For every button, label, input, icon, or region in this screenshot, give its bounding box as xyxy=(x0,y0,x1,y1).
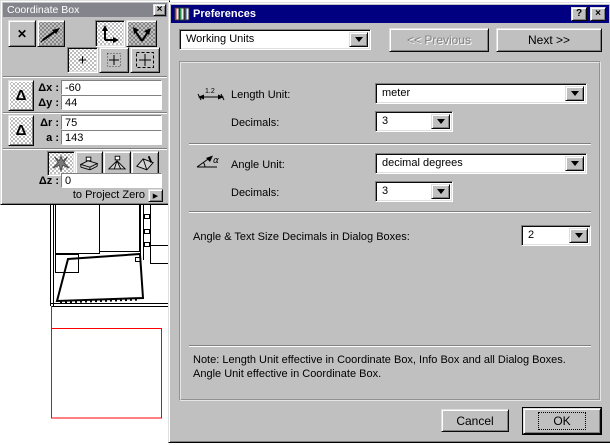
length-decimals-select[interactable]: 3 xyxy=(375,111,453,132)
length-unit-value: meter xyxy=(382,87,411,99)
dialog-decimals-value: 2 xyxy=(528,229,535,241)
separator xyxy=(3,76,167,78)
working-units-panel: 1.2 Length Unit: meter Decimals: 3 α Ang… xyxy=(179,61,601,401)
cancel-button[interactable]: Cancel xyxy=(441,409,509,432)
preferences-titlebar[interactable]: Preferences ? × xyxy=(171,5,609,23)
roof-icon xyxy=(136,155,154,171)
close-glyph: × xyxy=(595,8,601,19)
slab-icon xyxy=(79,156,99,171)
mesh-icon xyxy=(107,155,127,170)
close-glyph: × xyxy=(156,4,163,15)
ok-button[interactable]: OK xyxy=(523,408,601,434)
preference-page-select[interactable]: Working Units xyxy=(179,29,371,50)
cross-icon: ✕ xyxy=(16,26,28,41)
dialog-decimals-select[interactable]: 2 xyxy=(521,225,591,246)
grid-snap-button[interactable] xyxy=(99,47,129,73)
plus-framed-grid-icon xyxy=(136,52,154,68)
coordinate-box-title: Coordinate Box xyxy=(7,4,80,16)
svg-text:α: α xyxy=(213,156,219,166)
delta-icon: Δ xyxy=(15,122,27,139)
preferences-dialog: Preferences ? × Working Units << Previou… xyxy=(168,2,610,443)
dy-input[interactable] xyxy=(61,95,162,110)
coordinate-origin-button[interactable]: ✕ xyxy=(8,20,36,47)
coordinate-box-titlebar[interactable]: Coordinate Box × xyxy=(3,3,167,17)
angle-input[interactable] xyxy=(61,130,162,145)
dr-input[interactable] xyxy=(61,115,162,130)
chevron-down-icon[interactable] xyxy=(569,228,588,243)
units-note-text: Note: Length Unit effective in Coordinat… xyxy=(193,354,566,380)
dx-label: Δx : xyxy=(38,82,59,94)
app-screen: Coordinate Box × ✕ + Δ Δx: -60 Δy: 44 … xyxy=(0,0,610,445)
length-decimals-label: Decimals: xyxy=(231,117,280,129)
preference-page-value: Working Units xyxy=(186,33,255,45)
length-unit-icon: 1.2 xyxy=(197,88,225,101)
previous-button: << Previous xyxy=(389,28,489,52)
dialog-decimals-label: Angle & Text Size Decimals in Dialog Box… xyxy=(193,231,410,243)
plus-dotted-grid-icon xyxy=(107,53,121,67)
grid-rotate-button[interactable] xyxy=(37,20,65,47)
length-unit-label: Length Unit: xyxy=(231,89,291,101)
angle-decimals-select[interactable]: 3 xyxy=(375,181,453,202)
plus-icon: + xyxy=(78,51,87,69)
preferences-title: Preferences xyxy=(193,8,256,20)
angle-unit-select[interactable]: decimal degrees xyxy=(375,153,587,174)
length-unit-select[interactable]: meter xyxy=(375,83,587,104)
app-icon xyxy=(174,7,190,21)
dz-label: Δz : xyxy=(38,175,59,187)
chevron-down-icon[interactable] xyxy=(349,32,368,47)
floor-plan-drawing xyxy=(50,202,168,419)
grid-snap-off-button[interactable]: + xyxy=(67,47,98,73)
orthogonal-axes-icon xyxy=(102,24,119,43)
reference-level-menu-button[interactable]: ▶ xyxy=(148,189,163,202)
ok-label: OK xyxy=(538,412,586,430)
reference-level-label: to Project Zero xyxy=(72,189,145,201)
angle-label: a : xyxy=(46,132,59,144)
close-icon[interactable]: × xyxy=(590,7,606,21)
delta-icon: Δ xyxy=(15,87,27,104)
angle-decimals-value: 3 xyxy=(382,185,389,197)
separator xyxy=(189,345,591,347)
separator xyxy=(3,112,167,114)
angle-unit-label: Angle Unit: xyxy=(231,159,285,171)
coordinate-box-palette: Coordinate Box × ✕ + Δ Δx: -60 Δy: 44 … xyxy=(0,0,170,205)
relative-coords-button[interactable] xyxy=(95,20,125,47)
length-decimals-value: 3 xyxy=(382,115,389,127)
polar-coords-button[interactable] xyxy=(126,20,157,47)
dz-input[interactable] xyxy=(61,173,162,188)
separator xyxy=(189,211,591,213)
chevron-down-icon[interactable] xyxy=(431,184,450,199)
separator xyxy=(3,148,167,150)
dy-label: Δy : xyxy=(38,97,59,109)
diagonal-axes-icon xyxy=(132,26,151,42)
close-icon[interactable]: × xyxy=(153,4,166,16)
grid-snap-frame-button[interactable] xyxy=(130,47,160,73)
help-glyph: ? xyxy=(575,8,583,19)
next-button[interactable]: Next >> xyxy=(496,28,602,52)
help-icon[interactable]: ? xyxy=(571,7,587,21)
dx-input[interactable] xyxy=(61,80,162,95)
gravity-off-icon xyxy=(52,155,70,172)
angle-decimals-label: Decimals: xyxy=(231,187,280,199)
chevron-down-icon[interactable] xyxy=(431,114,450,129)
svg-text:1.2: 1.2 xyxy=(205,88,215,95)
angle-unit-value: decimal degrees xyxy=(382,157,463,169)
arrow-right-icon: ▶ xyxy=(152,192,159,200)
cancel-label: Cancel xyxy=(456,413,494,428)
next-label: Next >> xyxy=(527,33,571,47)
separator xyxy=(189,143,591,145)
angle-unit-icon: α xyxy=(196,155,219,168)
dr-label: Δr : xyxy=(40,117,59,129)
previous-label: << Previous xyxy=(406,33,472,47)
chevron-down-icon[interactable] xyxy=(565,156,584,171)
chevron-down-icon[interactable] xyxy=(565,86,584,101)
rotated-grid-icon xyxy=(40,27,60,42)
